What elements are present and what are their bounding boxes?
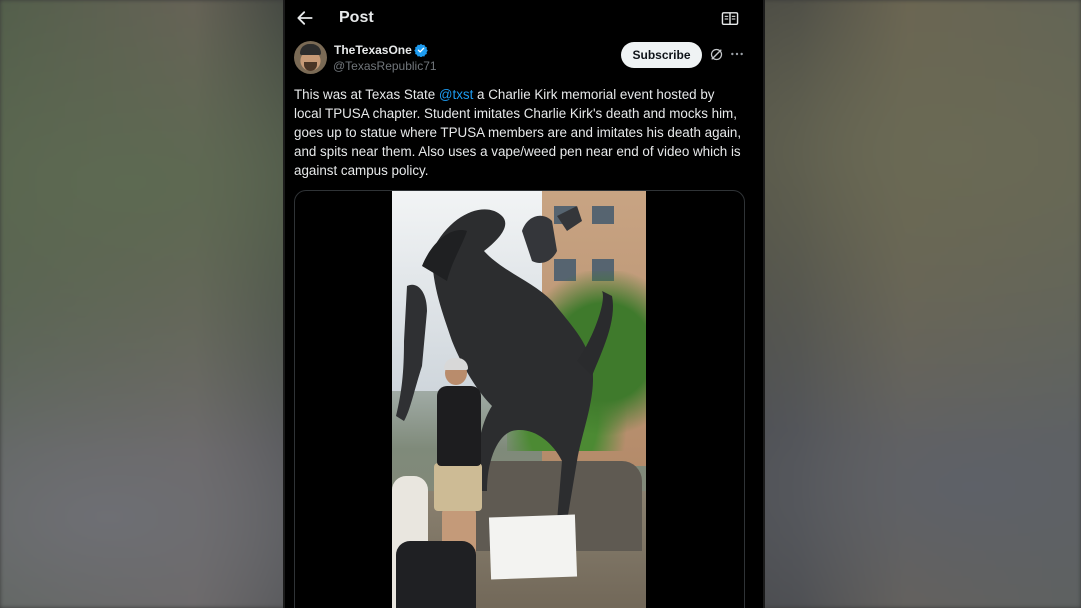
top-bar: Post — [285, 0, 763, 38]
reader-mode-icon[interactable] — [721, 11, 739, 27]
more-horizontal-icon[interactable] — [729, 46, 745, 62]
post-text-start: This was at Texas State — [294, 87, 439, 102]
author-handle[interactable]: @TexasRepublic71 — [333, 59, 437, 73]
phone-screen: Post TheTexasOne @TexasRepublic71 Subscr… — [283, 0, 765, 608]
student-shirt — [437, 386, 481, 466]
avatar[interactable] — [294, 41, 327, 74]
avatar-cap — [300, 44, 321, 55]
backpack — [396, 541, 476, 608]
page-title: Post — [339, 9, 374, 26]
arrow-left-icon[interactable] — [295, 8, 315, 28]
avatar-beard — [304, 62, 317, 71]
video-thumbnail[interactable] — [392, 191, 646, 608]
student-cap — [444, 358, 468, 370]
media-card[interactable] — [294, 190, 745, 608]
subscribe-button[interactable]: Subscribe — [621, 42, 702, 68]
author-display-name[interactable]: TheTexasOne — [334, 43, 412, 57]
post-text: This was at Texas State @txst a Charlie … — [294, 85, 742, 180]
verified-badge-icon — [414, 43, 428, 57]
white-poster — [488, 514, 578, 580]
grok-icon[interactable] — [709, 47, 724, 62]
mention-link[interactable]: @txst — [439, 87, 473, 102]
student-shorts — [434, 463, 482, 511]
